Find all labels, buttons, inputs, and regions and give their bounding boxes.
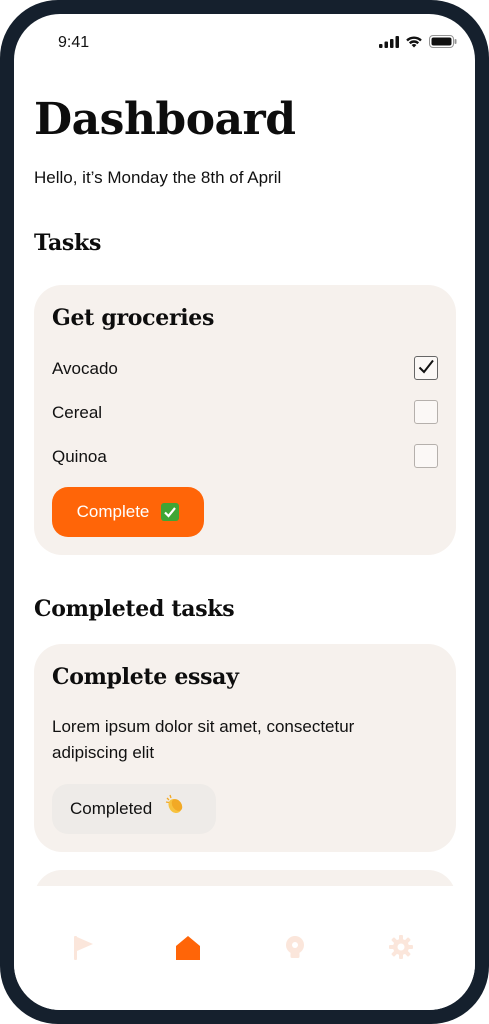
flag-icon xyxy=(74,936,93,960)
greeting-text: Hello, it’s Monday the 8th of April xyxy=(34,168,282,187)
signal-icon xyxy=(379,35,399,48)
screen: 9:41 Dashboard Hello, it’s Monday the 8t… xyxy=(14,14,475,1010)
complete-button[interactable]: Complete xyxy=(52,487,204,537)
list-item: Quinoa xyxy=(52,444,438,470)
checkbox-quinoa[interactable] xyxy=(414,444,438,468)
tab-home[interactable] xyxy=(174,934,204,964)
gear-icon xyxy=(389,935,413,959)
page-title: Dashboard xyxy=(34,94,296,145)
completed-card-title: Complete essay xyxy=(52,664,239,690)
complete-button-label: Complete xyxy=(76,502,150,521)
task-card: Get groceries Avocado Cereal Quinoa Comp… xyxy=(34,285,456,555)
completed-card-description: Lorem ipsum dolor sit amet, consectetur … xyxy=(52,717,355,762)
tab-settings[interactable] xyxy=(388,934,418,964)
list-item: Avocado xyxy=(52,356,438,382)
item-label: Cereal xyxy=(52,403,103,422)
checkbox-cereal[interactable] xyxy=(414,400,438,424)
phone-frame: 9:41 Dashboard Hello, it’s Monday the 8t… xyxy=(0,0,489,1024)
completed-badge-label: Completed xyxy=(70,799,153,818)
battery-icon xyxy=(429,35,457,48)
item-label: Quinoa xyxy=(52,447,107,466)
item-label: Avocado xyxy=(52,359,118,378)
home-icon xyxy=(176,936,200,960)
completed-badge: Completed xyxy=(52,784,216,834)
clapping-hands-icon xyxy=(166,794,183,814)
list-item: Cereal xyxy=(52,400,438,426)
status-icons xyxy=(379,35,457,48)
tab-bar xyxy=(14,886,475,1010)
status-time: 9:41 xyxy=(58,34,90,51)
checkmark-icon xyxy=(418,359,434,374)
task-card-title: Get groceries xyxy=(52,305,215,331)
tasks-heading: Tasks xyxy=(34,230,102,256)
checkbox-avocado[interactable] xyxy=(414,356,438,380)
tab-flag[interactable] xyxy=(71,934,101,964)
completed-task-card: Complete essay Lorem ipsum dolor sit ame… xyxy=(34,644,456,852)
white-check-mark-emoji-icon xyxy=(161,503,180,521)
lightbulb-icon xyxy=(286,936,304,958)
wifi-icon xyxy=(406,36,422,48)
completed-tasks-heading: Completed tasks xyxy=(34,596,235,622)
tab-ideas[interactable] xyxy=(282,934,312,964)
